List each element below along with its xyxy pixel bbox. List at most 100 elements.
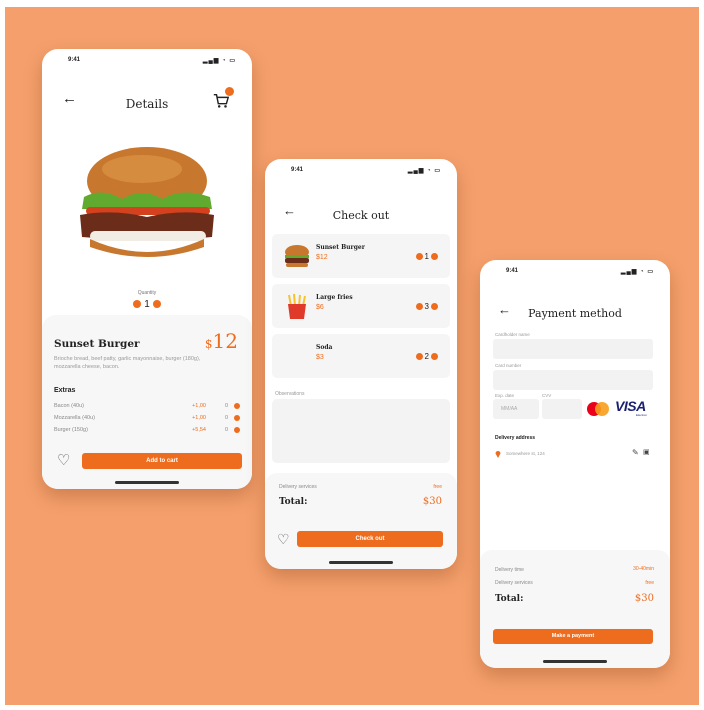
item-qty: 2 bbox=[424, 352, 429, 361]
expiry-label: Exp. date bbox=[495, 393, 515, 398]
list-item[interactable]: Soda $3 2 bbox=[272, 334, 450, 378]
plus-button[interactable] bbox=[431, 303, 438, 311]
extra-add-button[interactable] bbox=[234, 427, 240, 433]
total-value: $30 bbox=[422, 496, 442, 507]
cvv-field[interactable] bbox=[542, 399, 582, 419]
plus-button[interactable] bbox=[431, 353, 438, 361]
minus-button[interactable] bbox=[415, 303, 423, 311]
favorite-heart-icon[interactable]: ♡ bbox=[57, 451, 70, 469]
status-time: 9:41 bbox=[506, 268, 519, 274]
delivery-label: Delivery services bbox=[279, 484, 317, 490]
cart-badge bbox=[225, 87, 234, 96]
observations-label: Observations bbox=[275, 391, 305, 397]
checkout-screen: 9:41 ▂▄▆ ◔ ▭ ← Check out Sunset Burger $… bbox=[265, 159, 457, 569]
delete-icon[interactable]: ▣ bbox=[643, 448, 650, 456]
extra-price: +5,54 bbox=[192, 427, 206, 433]
edit-pencil-icon[interactable]: ✎ bbox=[632, 448, 639, 457]
status-icons: ▂▄▆ ◔ ▭ bbox=[620, 269, 654, 275]
extra-name: Burger (150g) bbox=[54, 427, 88, 433]
minus-button[interactable] bbox=[415, 353, 423, 361]
status-icons: ▂▄▆ ◔ ▭ bbox=[407, 168, 441, 174]
checkout-button[interactable]: Check out bbox=[297, 531, 443, 547]
extra-qty: 0 bbox=[224, 427, 228, 433]
extra-name: Mozzarella (40u) bbox=[54, 415, 95, 421]
plus-button[interactable] bbox=[431, 253, 438, 261]
status-bar: 9:41 ▂▄▆ ◔ ▭ bbox=[42, 49, 252, 67]
home-indicator bbox=[543, 660, 607, 663]
delivery-value: free bbox=[433, 484, 442, 490]
location-pin-icon bbox=[495, 451, 501, 458]
product-description: Brioche bread, beef patty, garlic mayonn… bbox=[54, 356, 201, 370]
product-price: $12 bbox=[205, 329, 238, 353]
make-payment-button[interactable]: Make a payment bbox=[493, 629, 653, 644]
quantity-stepper: 1 bbox=[42, 299, 252, 310]
expiry-placeholder: MM/AA bbox=[501, 406, 518, 412]
page-title: Check out bbox=[332, 209, 390, 222]
cardholder-field[interactable] bbox=[493, 339, 653, 359]
total-label: Total: bbox=[279, 497, 308, 507]
item-price: $3 bbox=[316, 354, 324, 361]
quantity-label: Quantity bbox=[137, 290, 157, 296]
extra-price: +1,00 bbox=[192, 415, 206, 421]
visa-subtext: Electron bbox=[636, 413, 648, 417]
card-number-field[interactable] bbox=[493, 370, 653, 390]
minus-button[interactable] bbox=[133, 300, 142, 309]
delivery-time-label: Delivery time bbox=[495, 567, 524, 573]
quantity-value: 1 bbox=[144, 299, 150, 310]
extra-qty: 0 bbox=[224, 415, 228, 421]
page-title: Payment method bbox=[528, 307, 622, 320]
burger-image bbox=[80, 147, 214, 257]
list-item[interactable]: Sunset Burger $12 1 bbox=[272, 234, 450, 278]
extra-row: Bacon (40u) +1,00 0 bbox=[54, 403, 240, 413]
expiry-field[interactable]: MM/AA bbox=[493, 399, 539, 419]
extra-add-button[interactable] bbox=[234, 403, 240, 409]
list-item[interactable]: Large fries $6 3 bbox=[272, 284, 450, 328]
extra-name: Bacon (40u) bbox=[54, 403, 84, 409]
item-price: $6 bbox=[316, 304, 324, 311]
status-time: 9:41 bbox=[291, 167, 304, 173]
extras-heading: Extras bbox=[54, 387, 76, 394]
status-time: 9:41 bbox=[68, 57, 81, 63]
mastercard-icon[interactable] bbox=[585, 401, 611, 419]
price-value: 12 bbox=[212, 329, 238, 353]
home-indicator bbox=[115, 481, 179, 484]
delivery-time-value: 30-40min bbox=[633, 566, 654, 572]
extra-row: Mozzarella (40u) +1,00 0 bbox=[54, 415, 240, 425]
background-canvas: 9:41 ▂▄▆ ◔ ▭ ← Details Quantity 1 Sunset… bbox=[5, 7, 699, 705]
home-indicator bbox=[329, 561, 393, 564]
favorite-heart-icon[interactable]: ♡ bbox=[277, 531, 290, 548]
plus-button[interactable] bbox=[152, 300, 161, 309]
fries-thumbnail bbox=[288, 293, 306, 319]
extra-price: +1,00 bbox=[192, 403, 206, 409]
delivery-address-label: Delivery address bbox=[495, 435, 536, 441]
item-qty-stepper: 1 bbox=[414, 252, 440, 261]
status-icons: ▂▄▆ ◔ ▭ bbox=[202, 58, 236, 64]
visa-icon[interactable]: VISA bbox=[615, 398, 646, 414]
details-screen: 9:41 ▂▄▆ ◔ ▭ ← Details Quantity 1 Sunset… bbox=[42, 49, 252, 489]
delivery-services-value: free bbox=[645, 580, 654, 586]
extra-row: Burger (150g) +5,54 0 bbox=[54, 427, 240, 437]
item-name: Sunset Burger bbox=[316, 244, 365, 251]
card-number-label: Card number bbox=[495, 363, 522, 368]
extra-add-button[interactable] bbox=[234, 415, 240, 421]
address-text: Somewhere st, 124 bbox=[506, 451, 545, 456]
status-bar: 9:41 ▂▄▆ ◔ ▭ bbox=[480, 260, 670, 278]
item-qty: 3 bbox=[424, 302, 429, 311]
observations-input[interactable] bbox=[272, 399, 450, 463]
item-qty-stepper: 2 bbox=[414, 352, 440, 361]
extra-qty: 0 bbox=[224, 403, 228, 409]
status-bar: 9:41 ▂▄▆ ◔ ▭ bbox=[265, 159, 457, 177]
add-to-cart-button[interactable]: Add to cart bbox=[82, 453, 242, 469]
item-price: $12 bbox=[316, 254, 328, 261]
burger-thumbnail bbox=[285, 245, 309, 267]
product-name: Sunset Burger bbox=[54, 338, 140, 350]
minus-button[interactable] bbox=[415, 253, 423, 261]
cardholder-label: Cardholder name bbox=[495, 332, 530, 337]
cvv-label: CVV bbox=[542, 393, 552, 398]
total-value: $30 bbox=[634, 593, 654, 604]
item-qty-stepper: 3 bbox=[414, 302, 440, 311]
item-name: Large fries bbox=[316, 294, 353, 301]
payment-screen: 9:41 ▂▄▆ ◔ ▭ ← Payment method Cardholder… bbox=[480, 260, 670, 668]
item-name: Soda bbox=[316, 344, 333, 351]
total-label: Total: bbox=[495, 594, 524, 604]
